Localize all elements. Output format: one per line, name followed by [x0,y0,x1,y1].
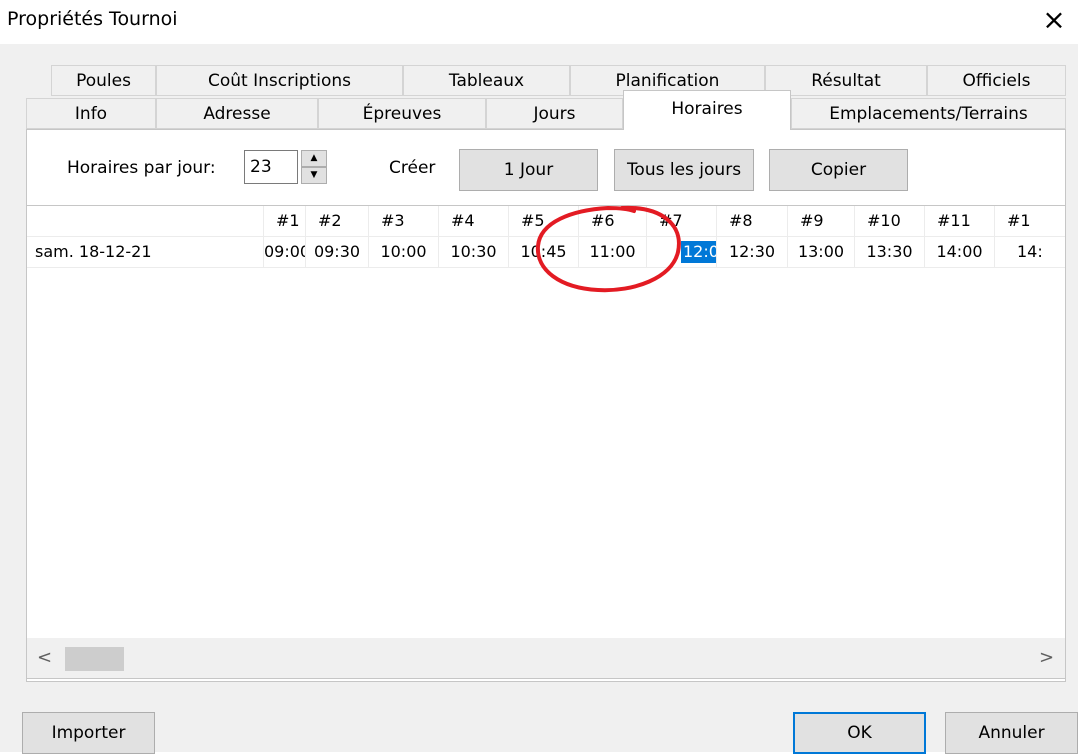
time-cell[interactable]: 10:30 [439,237,509,268]
time-cell[interactable]: 14: [995,237,1065,268]
close-icon[interactable]: × [1040,5,1068,35]
column-header: #3 [369,206,439,237]
time-cell[interactable]: 14:00 [925,237,995,268]
column-header: #2 [306,206,369,237]
column-header: #9 [788,206,855,237]
scrollbar-thumb[interactable] [65,647,124,671]
all-days-button[interactable]: Tous les jours [614,149,754,191]
tab-officiels[interactable]: Officiels [927,65,1066,96]
time-cell[interactable]: 10:45 [509,237,579,268]
create-label: Créer [389,158,436,178]
tab-jours[interactable]: Jours [486,98,623,129]
time-cell[interactable]: 13:00 [788,237,855,268]
time-cell[interactable]: 11:00 [579,237,647,268]
time-cell[interactable]: 10:00 [369,237,439,268]
one-day-button[interactable]: 1 Jour [459,149,598,191]
per-day-input[interactable]: 23 [244,150,298,184]
selected-time-text: 12:00 [681,241,716,263]
scroll-right-icon[interactable]: > [1039,647,1054,668]
column-header: #6 [579,206,647,237]
tab-adresse[interactable]: Adresse [156,98,318,129]
column-header: #8 [717,206,788,237]
tab-epreuves[interactable]: Épreuves [318,98,486,129]
column-header: #5 [509,206,579,237]
time-cell[interactable]: 09:30 [306,237,369,268]
copy-button[interactable]: Copier [769,149,908,191]
ok-button[interactable]: OK [793,712,926,754]
column-header: #10 [855,206,925,237]
stepper-down-icon[interactable]: ▼ [301,167,327,184]
import-button[interactable]: Importer [22,712,155,754]
time-cell-selected[interactable]: 12:00 [647,237,717,268]
column-header: #11 [925,206,995,237]
corner-header [27,206,264,237]
title-bar: Propriétés Tournoi × [0,0,1078,44]
horizontal-scrollbar[interactable]: < > [27,638,1065,678]
tab-poules[interactable]: Poules [51,65,156,96]
time-cell[interactable]: 09:00 [264,237,306,268]
tab-tableaux[interactable]: Tableaux [403,65,570,96]
tab-horaires[interactable]: Horaires [623,90,791,130]
time-cell[interactable]: 12:30 [717,237,788,268]
column-header: #4 [439,206,509,237]
window-title: Propriétés Tournoi [7,8,178,30]
tab-emplacements-terrains[interactable]: Emplacements/Terrains [791,98,1066,129]
time-cell[interactable]: 13:30 [855,237,925,268]
scroll-left-icon[interactable]: < [37,647,52,668]
column-header: #1 [995,206,1065,237]
cancel-button[interactable]: Annuler [945,712,1078,754]
schedule-grid: #1 #2 #3 #4 #5 #6 #7 #8 #9 #10 #11 #1 sa… [26,205,1066,679]
day-cell[interactable]: sam. 18-12-21 [27,237,264,268]
column-header: #7 [647,206,717,237]
tab-cout-inscriptions[interactable]: Coût Inscriptions [156,65,403,96]
tab-info[interactable]: Info [26,98,156,129]
per-day-label: Horaires par jour: [67,158,216,178]
per-day-stepper: ▲ ▼ [301,150,327,186]
stepper-up-icon[interactable]: ▲ [301,150,327,167]
column-header: #1 [264,206,306,237]
